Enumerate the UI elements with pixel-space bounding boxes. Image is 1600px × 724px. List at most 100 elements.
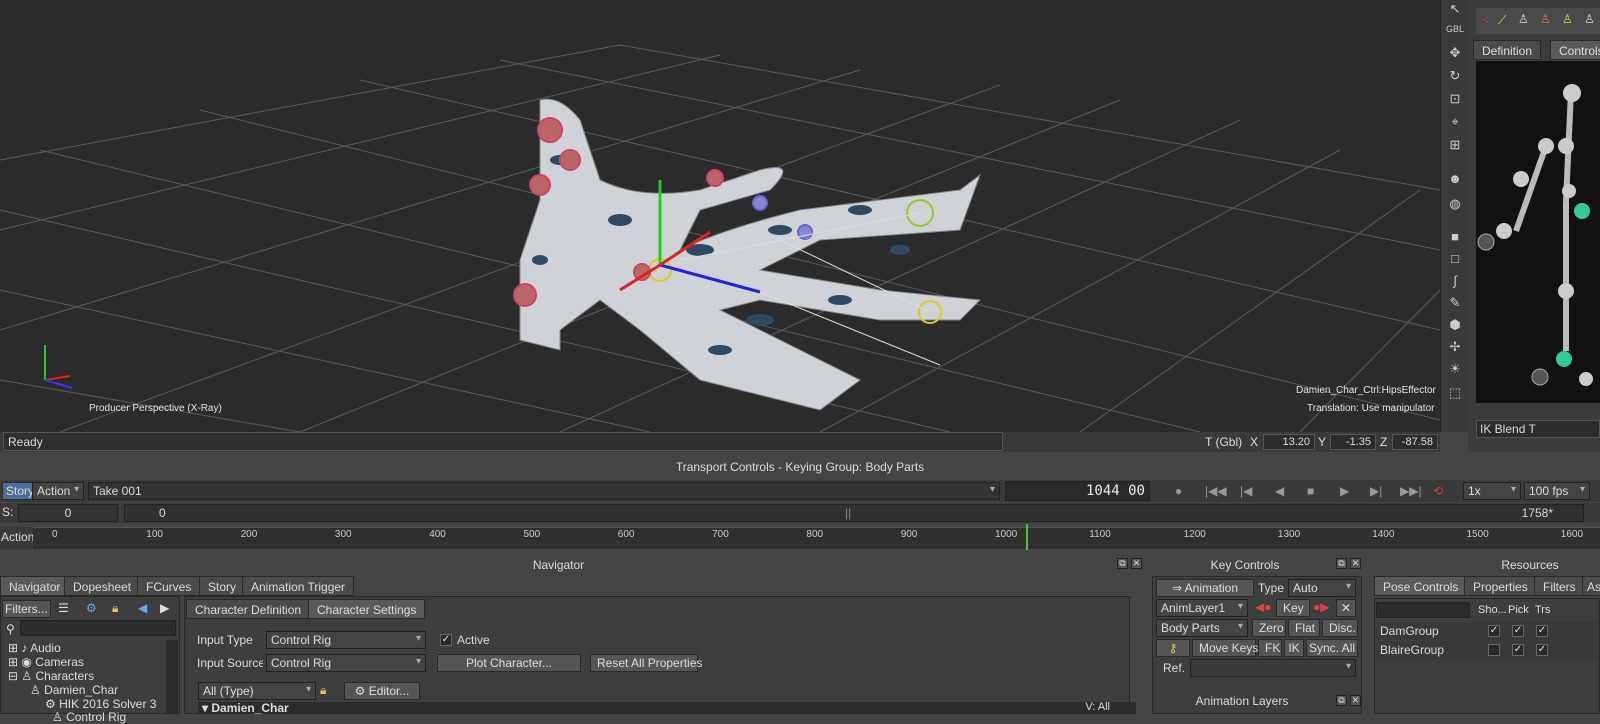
tree-item-audio[interactable]: ⊞ ♪ Audio [8, 641, 61, 655]
reset-properties-button[interactable]: Reset All Properties [590, 654, 702, 672]
key-button[interactable]: Key [1276, 599, 1310, 617]
tab-pose-controls[interactable]: Pose Controls [1374, 576, 1468, 596]
pick-checkbox[interactable]: ✓ [1512, 625, 1524, 637]
tab-dopesheet[interactable]: Dopesheet [64, 576, 141, 596]
anim-layer-dropdown[interactable]: AnimLayer1 [1156, 599, 1248, 617]
pivot-icon[interactable]: ⌖ [1445, 113, 1465, 131]
figure-full-icon[interactable]: ♙ [1584, 12, 1595, 26]
skeleton-icon[interactable]: ✢ [1445, 338, 1465, 356]
float-icon[interactable]: ⧉ [1117, 558, 1128, 569]
select-icon[interactable]: ↖ [1445, 0, 1465, 18]
tab-animation-trigger[interactable]: Animation Trigger [242, 576, 355, 596]
key-icon[interactable]: ⚷ [1156, 639, 1190, 657]
globe-icon[interactable]: ◍ [1445, 195, 1465, 213]
input-source-dropdown[interactable]: Control Rig [266, 654, 426, 672]
play-back-icon[interactable]: ◀ [1275, 484, 1284, 498]
play-icon[interactable]: ▶ [1340, 484, 1349, 498]
prev-key-icon[interactable]: |◀ [1240, 484, 1252, 498]
column-pick[interactable]: Pick [1508, 604, 1529, 616]
translate-icon[interactable]: ✥ [1445, 44, 1465, 62]
key-close-icon[interactable]: ✕ [1350, 558, 1361, 569]
x-field[interactable]: 13.20 [1263, 434, 1315, 450]
column-trs[interactable]: Trs [1535, 604, 1550, 616]
start-frame-field[interactable]: 0 [18, 504, 118, 522]
key-float-icon[interactable]: ⧉ [1336, 558, 1347, 569]
tree-scrollbar[interactable] [166, 640, 178, 714]
scene-canvas[interactable] [0, 0, 1440, 432]
fps-dropdown[interactable]: 100 fps [1524, 482, 1590, 500]
delete-key-icon[interactable]: ✕ [1336, 599, 1356, 617]
light-icon[interactable]: ☀ [1445, 360, 1465, 378]
scale-icon[interactable]: ⊡ [1445, 90, 1465, 108]
filter-icon[interactable]: ⚙ [86, 601, 97, 615]
body-parts-dropdown[interactable]: Body Parts [1156, 619, 1248, 637]
tab-definition[interactable]: Definition [1473, 40, 1542, 60]
table-row[interactable]: DamGroup [1376, 622, 1598, 640]
tab-assets[interactable]: As [1582, 576, 1600, 596]
flat-button[interactable]: Flat [1288, 619, 1320, 637]
figure-yellow-icon[interactable]: ♙ [1562, 12, 1573, 26]
table-row[interactable]: BlaireGroup [1376, 641, 1598, 659]
lock-icon[interactable]: 🔒︎ [112, 601, 118, 616]
transform-icon[interactable]: ⊞ [1445, 136, 1465, 154]
close-icon[interactable]: ✕ [1131, 558, 1142, 569]
y-field[interactable]: -1.35 [1330, 434, 1376, 450]
tab-filters[interactable]: Filters [1534, 576, 1585, 596]
show-checkbox[interactable]: ✓ [1488, 625, 1500, 637]
sync-all-button[interactable]: Sync. All [1306, 639, 1358, 657]
trs-checkbox[interactable]: ✓ [1536, 644, 1548, 656]
tab-character-settings[interactable]: Character Settings [308, 599, 426, 619]
stop-icon[interactable]: ■ [1307, 484, 1314, 498]
tab-story[interactable]: Story [199, 576, 246, 596]
character-icon[interactable]: ☻ [1445, 170, 1465, 188]
trs-checkbox[interactable]: ✓ [1536, 625, 1548, 637]
ref-dropdown[interactable] [1190, 659, 1356, 677]
column-show[interactable]: Sho... [1478, 604, 1507, 616]
paint-icon[interactable]: ✎ [1445, 294, 1465, 312]
shape-icon[interactable]: ⬢ [1445, 316, 1465, 334]
tree-item-hik-solver[interactable]: ⚙ HIK 2016 Solver 3 [45, 697, 156, 711]
tree-item-control-rig[interactable]: ♙ Control Rig [52, 710, 126, 724]
rotate-icon[interactable]: ↻ [1445, 67, 1465, 85]
curve-icon[interactable]: ∫ [1445, 272, 1465, 290]
group-filter-input[interactable] [1376, 602, 1470, 618]
type-filter-dropdown[interactable]: All (Type) [198, 682, 316, 700]
layers-float-icon[interactable]: ⧉ [1336, 695, 1347, 706]
tab-controls[interactable]: Controls [1550, 40, 1600, 60]
tab-fcurves[interactable]: FCurves [137, 576, 201, 596]
action-dropdown[interactable]: Action [32, 482, 84, 500]
next-key-button[interactable]: ●▶ [1313, 600, 1329, 614]
loop-icon[interactable]: ⟲ [1433, 484, 1443, 498]
pick-checkbox[interactable]: ✓ [1512, 644, 1524, 656]
show-checkbox[interactable] [1488, 644, 1500, 656]
zero-button[interactable]: Zero [1252, 619, 1286, 637]
forward-icon[interactable]: ▶ [160, 601, 169, 615]
3d-viewport[interactable]: Producer Perspective (X-Ray) Damien_Char… [0, 0, 1440, 432]
go-end-icon[interactable]: ▶▶| [1400, 484, 1422, 498]
pen-icon[interactable]: ⟋ [1498, 13, 1506, 28]
layers-close-icon[interactable]: ✕ [1350, 695, 1361, 706]
list-icon[interactable]: ☰ [58, 601, 69, 615]
frame-display[interactable]: 1044 00 [1005, 481, 1150, 501]
back-icon[interactable]: ◀ [138, 601, 147, 615]
take-dropdown[interactable]: Take 001 [88, 482, 1000, 500]
search-input[interactable] [20, 620, 176, 636]
key-type-dropdown[interactable]: Auto [1288, 579, 1356, 597]
fk-button[interactable]: FK [1258, 639, 1282, 657]
tree-item-characters[interactable]: ⊟ ♙ Characters [8, 669, 94, 683]
tab-character-definition[interactable]: Character Definition [186, 599, 311, 619]
figure-icon[interactable]: ♙ [1518, 12, 1529, 26]
playhead[interactable] [1026, 524, 1028, 550]
move-keys-button[interactable]: Move Keys [1192, 639, 1258, 657]
range-slider[interactable]: 0 || 1758* [124, 504, 1584, 522]
filters-button[interactable]: Filters... [2, 600, 51, 618]
section-header[interactable]: ▾ Damien_Char V: All [198, 701, 1136, 715]
gbl-toggle[interactable]: GBL [1445, 20, 1465, 38]
next-key-icon[interactable]: ▶| [1370, 484, 1382, 498]
cube-icon[interactable]: ■ [1445, 228, 1465, 246]
tree-item-cameras[interactable]: ⊞ ◉ Cameras [8, 655, 84, 669]
active-checkbox[interactable]: ✓ [440, 634, 452, 646]
disc-button[interactable]: Disc. [1322, 619, 1358, 637]
ik-button[interactable]: IK [1284, 639, 1304, 657]
tab-properties[interactable]: Properties [1464, 576, 1537, 596]
